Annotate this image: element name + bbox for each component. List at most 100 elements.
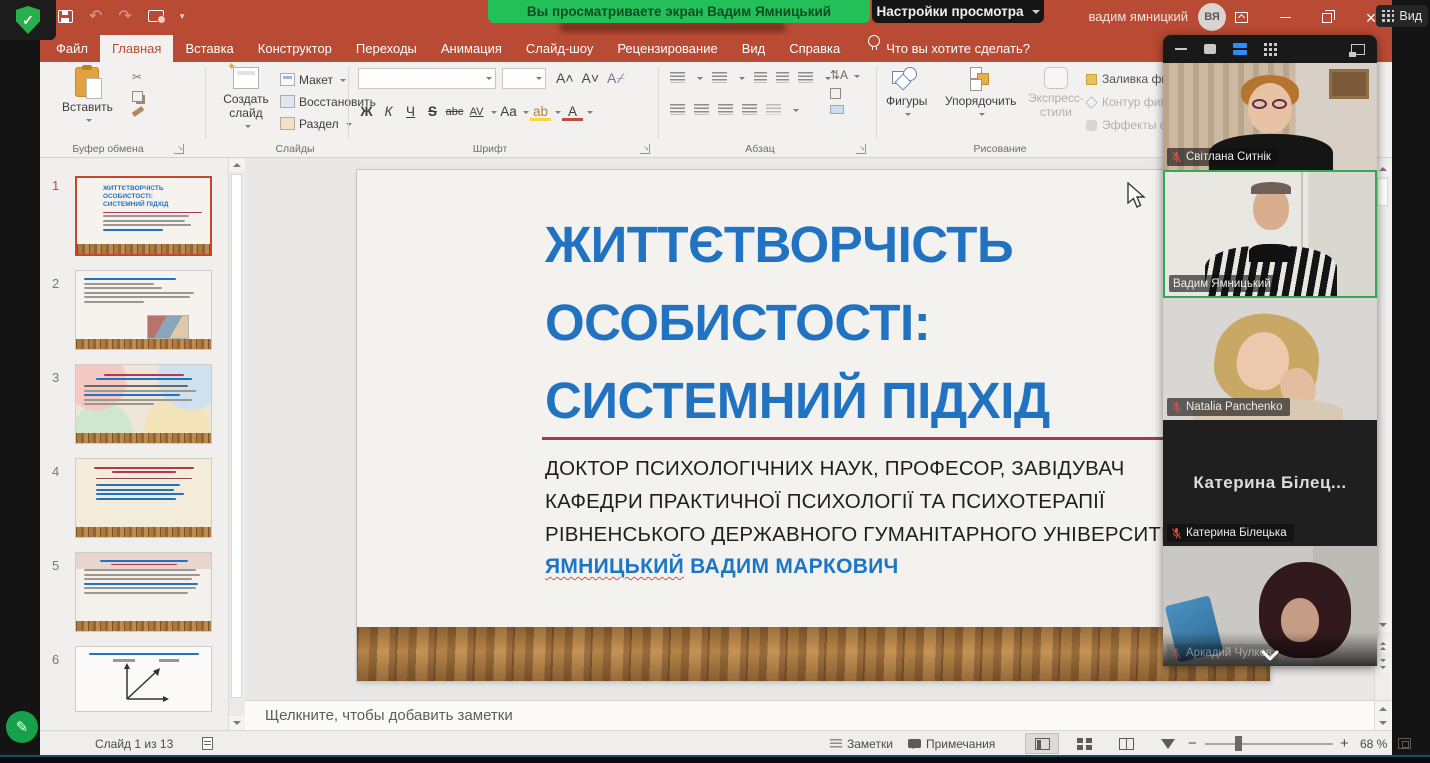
tab-review[interactable]: Рецензирование: [605, 35, 729, 62]
zoom-in-button[interactable]: +: [1340, 731, 1349, 756]
video-tile-arkadii[interactable]: Аркадий Чулков: [1163, 546, 1377, 666]
annotation-pencil-badge[interactable]: ✎: [6, 711, 38, 743]
scrollbar-thumb[interactable]: [1377, 178, 1388, 206]
strikethrough-button[interactable]: S: [422, 102, 443, 122]
tab-view[interactable]: Вид: [730, 35, 778, 62]
slide-thumbnail-2[interactable]: [75, 270, 212, 350]
arrange-button[interactable]: Упорядочить: [945, 67, 1016, 117]
increase-indent-icon[interactable]: [776, 72, 789, 83]
line-spacing-icon[interactable]: [798, 72, 813, 83]
customize-qat-icon[interactable]: ▾: [180, 11, 185, 22]
save-icon[interactable]: [58, 10, 73, 23]
fit-to-window-button[interactable]: [1398, 731, 1411, 756]
italic-button[interactable]: К: [378, 102, 399, 122]
reading-view-button[interactable]: [1109, 733, 1143, 754]
format-painter-icon[interactable]: [132, 106, 145, 117]
notes-scrollbar[interactable]: [1374, 701, 1390, 730]
thumbnail-scrollbar-thumb[interactable]: [231, 174, 242, 698]
thumbnail-scroll-down-button[interactable]: [229, 716, 245, 730]
tab-home[interactable]: Главная: [100, 35, 173, 62]
copy-icon[interactable]: [132, 91, 143, 102]
video-tile-svitlana[interactable]: Світлана Ситнік: [1163, 63, 1377, 170]
thumbnail-scrollbar[interactable]: [228, 158, 244, 730]
underline-button[interactable]: Ч: [400, 102, 421, 122]
bold-button[interactable]: Ж: [356, 102, 377, 122]
small-strike-button[interactable]: abc: [444, 102, 465, 122]
notes-toggle[interactable]: Заметки: [830, 731, 893, 756]
notes-scroll-up-button[interactable]: [1375, 702, 1391, 716]
redo-icon[interactable]: ↷: [118, 6, 131, 26]
bullets-icon[interactable]: [670, 72, 685, 83]
increase-font-icon[interactable]: A˄: [556, 70, 574, 87]
paragraph-dialog-launcher[interactable]: ↘: [856, 144, 866, 154]
slide-title-textbox[interactable]: ЖИТТЄТВОРЧІСТЬ ОСОБИСТОСТІ: СИСТЕМНИЙ ПІ…: [545, 206, 1050, 440]
font-size-combo[interactable]: [502, 68, 546, 89]
previous-slide-button[interactable]: [1375, 638, 1391, 652]
quick-styles-button[interactable]: Экспресс- стили: [1028, 67, 1084, 117]
slide-thumbnail-6[interactable]: [75, 646, 212, 712]
zoom-percentage[interactable]: 68 %: [1360, 731, 1387, 756]
character-spacing-button[interactable]: AV: [466, 102, 487, 122]
text-direction-icon[interactable]: ⇅A: [830, 68, 860, 82]
tab-slideshow[interactable]: Слайд-шоу: [514, 35, 605, 62]
restore-button[interactable]: [1304, 0, 1350, 35]
convert-smartart-icon[interactable]: [830, 105, 844, 114]
columns-icon[interactable]: [766, 104, 781, 115]
new-slide-button[interactable]: Создать слайд: [218, 67, 274, 129]
align-left-icon[interactable]: [670, 104, 685, 115]
spell-check-icon[interactable]: [202, 731, 213, 756]
notes-pane[interactable]: Щелкните, чтобы добавить заметки: [245, 700, 1392, 730]
thumbnail-scroll-up-button[interactable]: [229, 158, 245, 172]
slide-author-textbox[interactable]: ЯМНИЦЬКИЙ ВАДИМ МАРКОВИЧ: [545, 555, 899, 579]
clear-formatting-icon[interactable]: A⌿: [607, 70, 625, 87]
collapse-strip-button[interactable]: [1257, 649, 1283, 663]
popout-panel-icon[interactable]: [1351, 44, 1365, 55]
slide-thumbnail-4[interactable]: [75, 458, 212, 538]
tell-me-box[interactable]: Что вы хотите сделать?: [886, 35, 1042, 62]
tab-help[interactable]: Справка: [777, 35, 852, 62]
gallery-strip-view-icon[interactable]: [1233, 43, 1247, 55]
zoom-slider-thumb[interactable]: [1235, 736, 1242, 751]
font-name-combo[interactable]: [358, 68, 496, 89]
numbering-icon[interactable]: [712, 72, 727, 83]
notes-scroll-down-button[interactable]: [1375, 716, 1391, 730]
comments-toggle[interactable]: Примечания: [908, 731, 995, 756]
normal-view-button[interactable]: [1025, 733, 1059, 754]
video-tile-natalia[interactable]: Natalia Panchenko: [1163, 298, 1377, 420]
scroll-up-button[interactable]: [1375, 162, 1391, 176]
slide-thumbnail-1[interactable]: ЖИТТЄТВОРЧІСТЬ ОСОБИСТОСТІ: СИСТЕМНИЙ ПІ…: [75, 176, 212, 256]
minimize-button[interactable]: [1262, 0, 1308, 35]
grid-view-icon[interactable]: [1264, 43, 1277, 56]
tab-insert[interactable]: Вставка: [173, 35, 245, 62]
ribbon-display-options-button[interactable]: [1218, 0, 1264, 35]
clipboard-dialog-launcher[interactable]: ↘: [174, 144, 184, 154]
view-settings-button[interactable]: Настройки просмотра: [872, 0, 1044, 23]
cut-icon[interactable]: ✂: [132, 70, 144, 84]
tab-animations[interactable]: Анимация: [429, 35, 514, 62]
slideshow-view-button[interactable]: [1151, 733, 1185, 754]
minimize-videos-icon[interactable]: [1175, 48, 1187, 51]
slide-thumbnail-3[interactable]: [75, 364, 212, 444]
speaker-view-icon[interactable]: [1204, 44, 1216, 54]
slide-thumbnail-5[interactable]: [75, 552, 212, 632]
tab-design[interactable]: Конструктор: [246, 35, 344, 62]
highlight-color-button[interactable]: ab: [530, 104, 551, 121]
account-user-name[interactable]: вадим ямницкий: [1089, 9, 1188, 24]
decrease-indent-icon[interactable]: [754, 72, 767, 83]
start-slideshow-icon[interactable]: [148, 10, 164, 22]
video-tile-kateryna[interactable]: Катерина Білец... Катерина Білецька: [1163, 420, 1377, 546]
zoom-slider-track[interactable]: [1205, 743, 1333, 745]
tab-transitions[interactable]: Переходы: [344, 35, 429, 62]
zoom-out-button[interactable]: −: [1188, 731, 1197, 756]
scroll-down-button[interactable]: [1375, 618, 1391, 632]
undo-icon[interactable]: ↶: [89, 6, 102, 26]
video-tile-vadym[interactable]: Вадим Ямницький: [1163, 170, 1377, 298]
justify-icon[interactable]: [742, 104, 757, 115]
font-color-button[interactable]: A: [562, 104, 583, 121]
align-right-icon[interactable]: [718, 104, 733, 115]
align-center-icon[interactable]: [694, 104, 709, 115]
decrease-font-icon[interactable]: A˅: [582, 70, 600, 87]
shapes-button[interactable]: Фигуры: [886, 67, 927, 117]
change-case-button[interactable]: Aa: [498, 102, 519, 122]
slide-sorter-view-button[interactable]: [1067, 733, 1101, 754]
